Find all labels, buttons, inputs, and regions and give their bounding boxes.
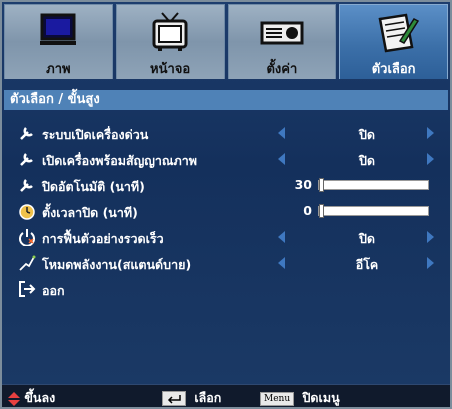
power-icon [19, 229, 35, 246]
arrow-right-icon[interactable] [427, 231, 434, 243]
enter-key-icon [162, 391, 186, 406]
footer-close-text: ปิดเมนู [302, 390, 340, 405]
row-label: เปิดเครื่องพร้อมสัญญาณภาพ [42, 153, 198, 168]
row-label: ออก [42, 283, 65, 298]
wrench-icon [20, 153, 33, 166]
arrow-left-icon[interactable] [278, 127, 285, 139]
menu-row-exit[interactable]: ออก [12, 278, 442, 300]
menu-row-sleep-timer[interactable]: ตั้งเวลาปิด (นาที) 0 [12, 200, 442, 222]
footer-nav-text: ขึ้นลง [24, 390, 56, 405]
osd-menu: ภาพ หน้าจอ ตั้งค่า ตัวเลือก ตัวเลือก / ข… [0, 0, 452, 409]
row-value: อีโค [355, 257, 379, 272]
menu-row-auto-power-off[interactable]: ปิดอัตโนมัติ (นาที) 30 [12, 174, 442, 196]
row-value: ปิด [358, 153, 376, 168]
slider-thumb[interactable] [319, 204, 324, 218]
arrow-right-icon[interactable] [427, 153, 434, 165]
menu-row-power-mode-standby[interactable]: โหมดพลังงาน(สแตนด์บาย) อีโค [12, 252, 442, 274]
menu-row-quick-recovery[interactable]: การฟื้นตัวอย่างรวดเร็ว ปิด [12, 226, 442, 248]
wrench-icon [20, 127, 33, 140]
monitor-icon [40, 13, 77, 45]
arrow-left-icon[interactable] [278, 231, 285, 243]
footer-menu-hint: Menu ปิดเมนู [260, 388, 340, 407]
tab-label: ตั้งค่า [266, 62, 298, 77]
arrow-left-icon[interactable] [278, 257, 285, 269]
footer-hints: ขึ้นลง เลือก Menu ปิดเมนู [2, 384, 450, 407]
tab-setup[interactable]: ตั้งค่า [227, 4, 337, 79]
slider-track[interactable] [318, 204, 429, 218]
clock-icon [19, 204, 35, 220]
tab-label: ตัวเลือก [371, 62, 416, 77]
notepad-icon [378, 13, 419, 53]
arrow-right-icon[interactable] [427, 127, 434, 139]
tab-image[interactable]: ภาพ [4, 4, 113, 79]
menu-row-signal-power-on[interactable]: เปิดเครื่องพร้อมสัญญาณภาพ ปิด [12, 148, 442, 170]
row-label: ระบบเปิดเครื่องด่วน [42, 127, 149, 142]
footer-nav-hint: ขึ้นลง [8, 388, 56, 407]
row-number: 0 [303, 203, 312, 218]
up-down-icon [8, 391, 20, 406]
arrow-right-icon[interactable] [427, 257, 434, 269]
projector-icon [260, 21, 304, 45]
row-label: โหมดพลังงาน(สแตนด์บาย) [42, 257, 192, 272]
row-number: 30 [294, 177, 312, 192]
section-title: ตัวเลือก / ขั้นสูง [4, 90, 448, 110]
footer-select-hint: เลือก [162, 388, 222, 407]
slider-track[interactable] [318, 178, 429, 192]
tv-icon [152, 12, 188, 51]
tab-bar: ภาพ หน้าจอ ตั้งค่า ตัวเลือก [4, 4, 448, 79]
menu-row-quick-resume[interactable]: ระบบเปิดเครื่องด่วน ปิด [12, 122, 442, 144]
arrow-left-icon[interactable] [278, 153, 285, 165]
tab-label: ภาพ [46, 62, 71, 77]
row-label: ปิดอัตโนมัติ (นาที) [42, 179, 145, 194]
exit-icon [19, 281, 36, 297]
row-label: ตั้งเวลาปิด (นาที) [42, 205, 138, 220]
signal-icon [19, 255, 36, 271]
slider-thumb[interactable] [319, 178, 324, 192]
row-label: การฟื้นตัวอย่างรวดเร็ว [42, 231, 164, 246]
menu-key-icon: Menu [260, 391, 295, 406]
tab-screen[interactable]: หน้าจอ [115, 4, 225, 79]
row-value: ปิด [358, 231, 376, 246]
row-value: ปิด [358, 127, 376, 142]
tab-label: หน้าจอ [150, 62, 191, 77]
wrench-icon [20, 179, 33, 192]
footer-select-text: เลือก [194, 390, 222, 405]
tab-options[interactable]: ตัวเลือก [339, 4, 448, 79]
